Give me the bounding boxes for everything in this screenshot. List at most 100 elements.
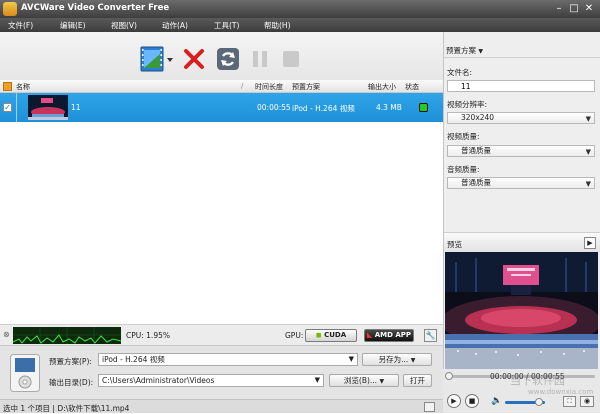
resolution-select[interactable]: 320x240 ▼ (447, 112, 595, 124)
pause-icon[interactable] (250, 49, 270, 69)
gpu-label: GPU: (285, 331, 304, 340)
log-icon[interactable] (424, 402, 435, 412)
settings-wrench-icon[interactable]: 🔧 (424, 329, 437, 342)
resolution-value: 320x240 (461, 113, 495, 122)
window-title: AVCWare Video Converter Free (21, 3, 170, 13)
audio-quality-select[interactable]: 普通质量 ▼ (447, 177, 595, 189)
preview-expand-icon[interactable]: ▶ (584, 237, 596, 249)
audio-quality-value: 普通质量 (461, 178, 491, 187)
menu-edit[interactable]: 编辑(E) (60, 20, 86, 31)
output-dir-value: C:\Users\Administrator\Videos (102, 376, 215, 385)
profile-select[interactable]: iPod - H.264 视频 ▼ (98, 353, 358, 366)
video-quality-select[interactable]: 普通质量 ▼ (447, 145, 595, 157)
status-bar: 选中 1 个项目 | D:\软件下载\11.mp4 (0, 399, 443, 413)
profile-menu-label: 预置方案 (446, 46, 476, 55)
nvidia-icon: ◼ (315, 331, 322, 339)
app-logo-icon (3, 2, 17, 16)
maximize-button[interactable]: □ (567, 2, 581, 15)
menu-tools[interactable]: 工具(T) (214, 20, 239, 31)
menu-file[interactable]: 文件(F) (8, 20, 33, 31)
save-as-button[interactable]: 另存为... ▼ (362, 353, 432, 366)
file-profile[interactable]: iPod - H.264 视频 (292, 103, 355, 114)
add-file-icon[interactable] (140, 46, 176, 72)
profile-label: 预置方案(P): (49, 357, 92, 366)
row-checkbox[interactable]: ✓ (3, 103, 12, 112)
chevron-down-icon: ▼ (585, 115, 591, 123)
profile-select-value: iPod - H.264 视频 (102, 355, 165, 364)
column-name[interactable]: 名称 (16, 82, 30, 92)
save-as-label: 另存为... (378, 355, 409, 364)
cpu-graph (13, 327, 121, 344)
convert-icon[interactable] (216, 47, 240, 71)
stop-player-button[interactable]: ■ (465, 394, 479, 408)
chevron-down-icon: ▼ (585, 148, 591, 156)
chevron-down-icon: ▼ (478, 48, 484, 55)
column-status[interactable]: 状态 (405, 82, 419, 92)
ipod-device-icon (10, 354, 40, 392)
performance-bar: ⊗ CPU: 1.95% GPU: ◼ CUDA ◣ AMD APP 🔧 (0, 324, 443, 345)
cpu-usage: CPU: 1.95% (126, 331, 170, 340)
browse-label: 浏览(B)... (343, 376, 378, 385)
audio-quality-label: 音频质量: (447, 165, 480, 174)
file-duration: 00:00:55 (257, 103, 291, 112)
file-list-header: 名称 / 时间长度 预置方案 输出大小 状态 (0, 80, 443, 93)
close-graph-icon[interactable]: ⊗ (3, 330, 10, 339)
column-separator-icon: / (241, 82, 244, 90)
file-size: 4.3 MB (376, 103, 402, 112)
file-name: 11 (71, 103, 81, 112)
column-duration[interactable]: 时间长度 (255, 82, 283, 92)
video-quality-value: 普通质量 (461, 146, 491, 155)
resolution-label: 视频分辨率: (447, 100, 488, 109)
open-button[interactable]: 打开 (403, 374, 432, 387)
select-all-checkbox[interactable] (3, 82, 12, 91)
cuda-button[interactable]: ◼ CUDA (305, 329, 357, 342)
video-quality-label: 视频质量: (447, 132, 480, 141)
file-name-input[interactable] (447, 80, 595, 92)
watermark-url: www.downxia.com (528, 388, 594, 396)
menu-help[interactable]: 帮助(H) (264, 20, 291, 31)
column-profile[interactable]: 预置方案 (292, 82, 320, 92)
browse-button[interactable]: 浏览(B)... ▼ (329, 374, 399, 387)
output-dir-label: 输出目录(D): (49, 378, 94, 387)
volume-icon[interactable]: 🔈 (491, 396, 502, 406)
toolbar (0, 32, 443, 80)
video-thumbnail (28, 95, 68, 120)
column-output-size[interactable]: 输出大小 (368, 82, 396, 92)
chevron-down-icon: ▼ (314, 376, 320, 384)
output-settings-panel: 预置方案(P): iPod - H.264 视频 ▼ 另存为... ▼ 输出目录… (0, 345, 443, 399)
file-list[interactable] (0, 93, 443, 323)
watermark: 当下软件园 www.downxia.com (510, 370, 598, 400)
volume-slider[interactable] (505, 398, 545, 406)
menu-bar: 文件(F) 编辑(E) 视图(V) 动作(A) 工具(T) 帮助(H) (0, 18, 600, 32)
amd-icon: ◣ (366, 331, 373, 339)
play-button[interactable]: ▶ (447, 394, 461, 408)
menu-action[interactable]: 动作(A) (162, 20, 188, 31)
output-dir-select[interactable]: C:\Users\Administrator\Videos ▼ (98, 374, 324, 387)
profile-menu-button[interactable]: 预置方案 ▼ (446, 45, 483, 56)
chevron-down-icon: ▼ (379, 378, 385, 385)
status-text: 选中 1 个项目 | D:\软件下载\11.mp4 (3, 404, 130, 413)
status-indicator-icon (419, 103, 428, 112)
preview-label: 预览 (447, 240, 462, 249)
amd-label: AMD APP (374, 331, 412, 339)
seek-handle[interactable] (445, 372, 453, 380)
cuda-label: CUDA (324, 331, 347, 339)
title-bar: AVCWare Video Converter Free – □ ✕ (0, 0, 600, 18)
chevron-down-icon: ▼ (585, 180, 591, 188)
divider (444, 57, 600, 58)
minimize-button[interactable]: – (552, 2, 566, 15)
watermark-title: 当下软件园 (510, 374, 565, 387)
amd-app-button[interactable]: ◣ AMD APP (364, 329, 414, 342)
remove-icon[interactable] (183, 48, 205, 70)
chevron-down-icon (167, 58, 173, 62)
chevron-down-icon: ▼ (348, 355, 354, 363)
table-row[interactable]: ✓ 11 00:00:55 iPod - H.264 视频 4.3 MB (0, 93, 443, 122)
row-divider (16, 93, 17, 122)
menu-view[interactable]: 视图(V) (111, 20, 137, 31)
file-name-label: 文件名: (447, 68, 473, 77)
stop-icon[interactable] (281, 49, 301, 69)
close-button[interactable]: ✕ (582, 2, 596, 15)
chevron-down-icon: ▼ (410, 357, 416, 364)
preview-video (445, 252, 598, 369)
preview-header: 预览 ▶ (444, 232, 600, 252)
